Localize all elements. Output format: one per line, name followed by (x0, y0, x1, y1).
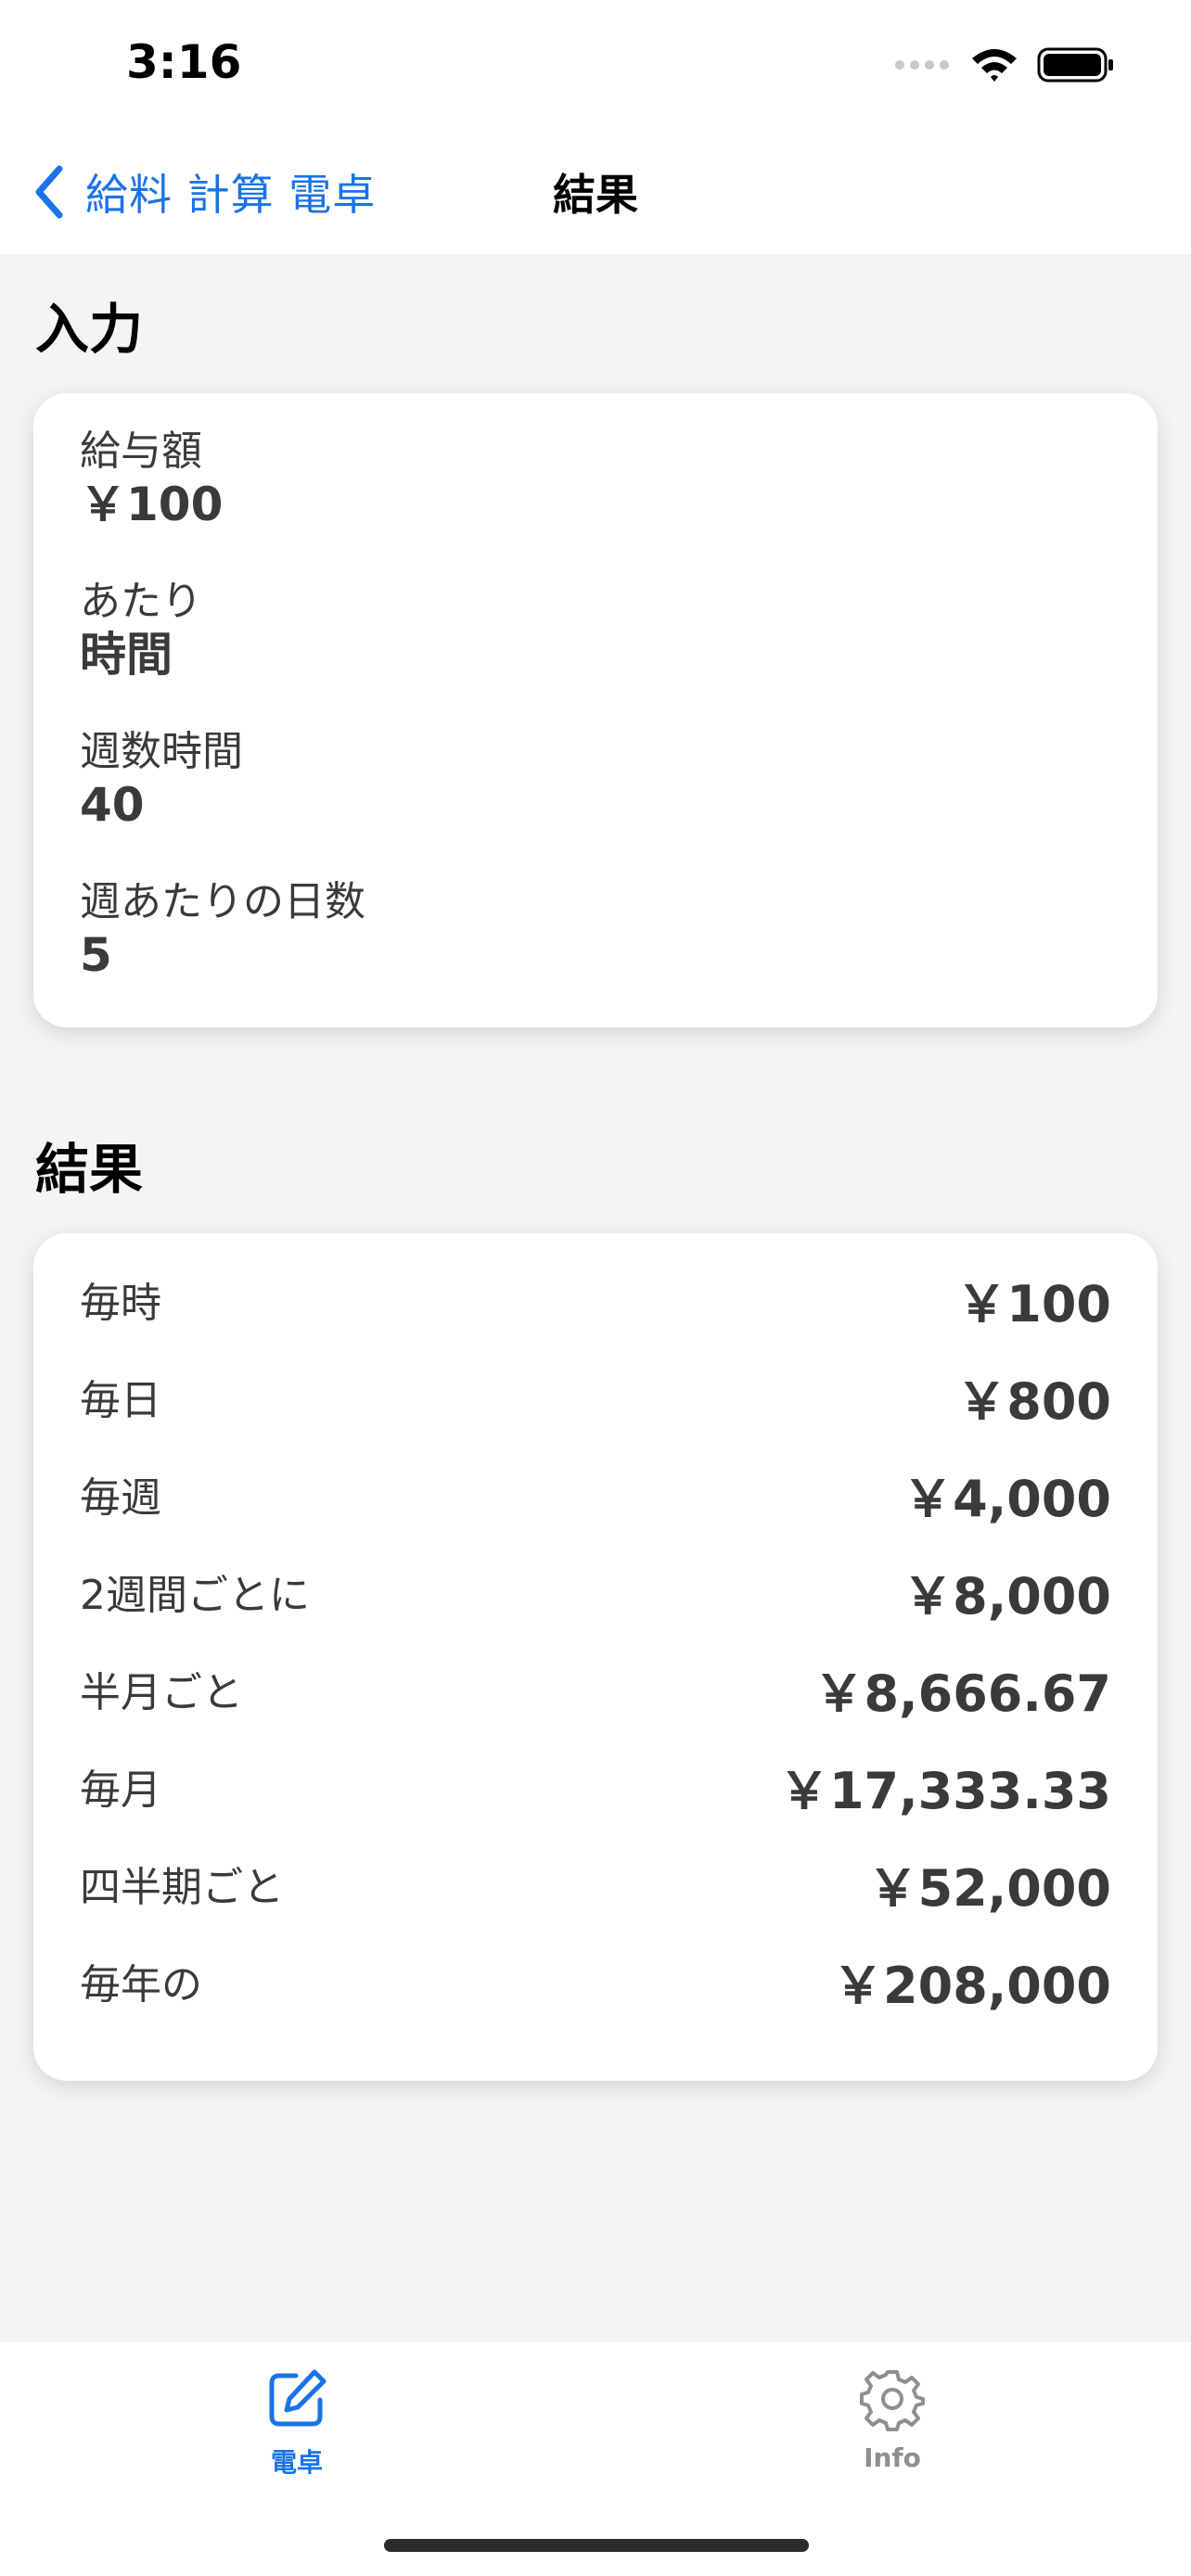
row-value: ￥4,000 (903, 1469, 1111, 1528)
field-label: 給与額 (80, 427, 202, 475)
row-label: 毎時 (80, 1280, 161, 1327)
row-label: 2週間ごとに (80, 1572, 310, 1619)
row-label: 毎月 (80, 1766, 161, 1814)
row-value: ￥208,000 (833, 1956, 1111, 2015)
row-value: ￥17,333.33 (778, 1761, 1111, 1820)
row-label: 毎日 (80, 1377, 161, 1424)
field-label: あたり (80, 578, 202, 625)
row-value: ￥52,000 (867, 1858, 1111, 1918)
field-value: ￥100 (80, 478, 224, 531)
row-label: 半月ごと (80, 1669, 243, 1716)
status-icons (894, 46, 1115, 83)
tab-calculator-label: 電卓 (270, 2447, 323, 2478)
row-label: 毎週 (80, 1474, 161, 1522)
result-row-weekly: 毎週 ￥4,000 (80, 1461, 1111, 1528)
field-label: 週数時間 (80, 728, 243, 775)
home-indicator (384, 2539, 809, 2552)
input-card: 給与額 ￥100 あたり 時間 週数時間 40 週あたりの日数 5 (33, 393, 1158, 1027)
row-label: 四半期ごと (80, 1864, 284, 1911)
result-row-biweekly: 2週間ごとに ￥8,000 (80, 1559, 1111, 1626)
nav-title: 結果 (553, 170, 638, 220)
field-value: 5 (80, 928, 112, 982)
result-row-monthly: 毎月 ￥17,333.33 (80, 1753, 1111, 1820)
row-value: ￥100 (956, 1274, 1111, 1333)
row-value: ￥8,666.67 (813, 1664, 1111, 1723)
input-section-title: 入力 (35, 298, 144, 361)
result-section-title: 結果 (35, 1138, 144, 1201)
tab-calculator[interactable]: 電卓 (204, 2366, 390, 2480)
status-time: 3:16 (126, 35, 242, 89)
row-label: 毎年の (80, 1961, 202, 2009)
field-value: 時間 (80, 628, 173, 682)
edit-icon (269, 2369, 327, 2427)
row-value: ￥8,000 (903, 1566, 1111, 1626)
wifi-icon (972, 49, 1017, 82)
row-value: ￥800 (956, 1371, 1111, 1431)
battery-icon (1037, 47, 1113, 83)
field-wage: 給与額 ￥100 (80, 427, 223, 532)
field-hours-per-week: 週数時間 40 (80, 727, 243, 833)
tab-info[interactable]: Info (800, 2366, 985, 2473)
navigation-bar: 給料 計算 電卓 結果 (0, 130, 1191, 254)
result-row-yearly: 毎年の ￥208,000 (80, 1948, 1111, 2015)
field-days-per-week: 週あたりの日数 5 (80, 877, 365, 983)
result-row-quarterly: 四半期ごと ￥52,000 (80, 1851, 1111, 1918)
status-bar: 3:16 (0, 0, 1191, 130)
field-per: あたり 時間 (80, 577, 202, 682)
gear-icon (860, 2370, 925, 2431)
result-row-semimonthly: 半月ごと ￥8,666.67 (80, 1656, 1111, 1723)
field-value: 40 (80, 778, 145, 832)
result-card: 毎時 ￥100 毎日 ￥800 毎週 ￥4,000 2週間ごとに ￥8,000 … (33, 1233, 1158, 2081)
field-label: 週あたりの日数 (80, 878, 365, 925)
result-row-hourly: 毎時 ￥100 (80, 1267, 1111, 1333)
tab-info-label: Info (864, 2442, 921, 2473)
result-row-daily: 毎日 ￥800 (80, 1364, 1111, 1431)
cellular-signal-icon (895, 60, 949, 70)
